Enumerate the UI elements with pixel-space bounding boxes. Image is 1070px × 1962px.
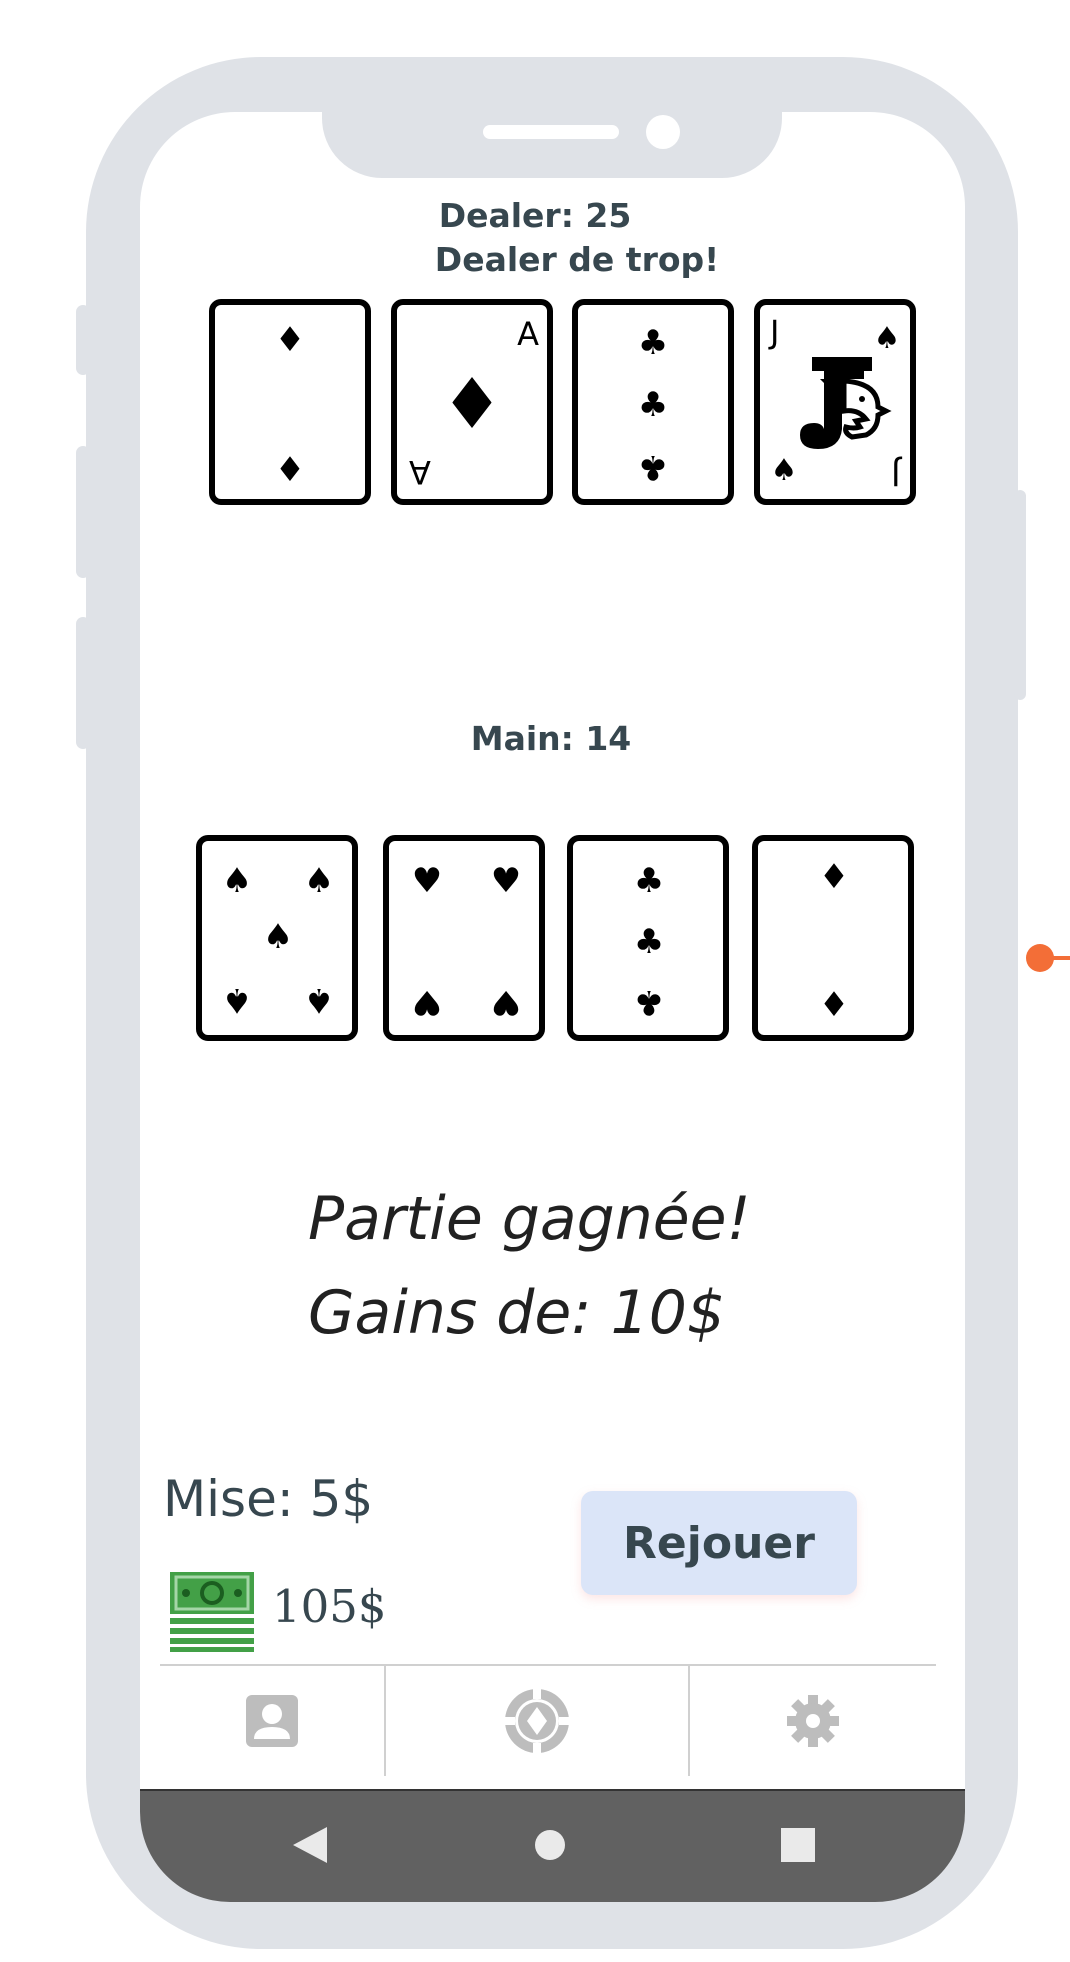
front-camera (646, 115, 680, 149)
club-icon: ♣ (637, 323, 669, 363)
player-hand-score: Main: 14 (470, 719, 632, 758)
poker-chip-icon (505, 1689, 569, 1753)
player-card-five-of-spades: ♠ ♠ ♠ ♠ ♠ (196, 835, 358, 1041)
player-card-two-of-diamonds: ♦ ♦ (752, 835, 914, 1041)
club-icon: ♣ (637, 385, 669, 425)
spade-icon: ♠ (303, 861, 335, 901)
spade-icon: ♠ (221, 861, 253, 901)
tab-profile[interactable] (160, 1666, 384, 1776)
rank-label: J (890, 455, 900, 493)
club-icon: ♣ (633, 861, 665, 901)
diamond-icon: ♦ (818, 857, 850, 897)
nav-recents-button[interactable] (768, 1817, 828, 1873)
result-message: Partie gagnée! (308, 1184, 751, 1254)
gear-icon (787, 1695, 839, 1747)
winnings-message: Gains de: 10$ (308, 1278, 726, 1348)
rank-label: J (770, 313, 780, 351)
phone-side-button (76, 305, 90, 375)
spade-icon: ♠ (221, 980, 253, 1020)
club-icon: ♣ (633, 922, 665, 962)
balance-amount: 105$ (272, 1580, 387, 1633)
profile-icon (246, 1695, 298, 1747)
dealer-card-three-of-clubs: ♣ ♣ ♣ (572, 299, 734, 505)
dealer-card-two-of-diamonds: ♦ ♦ (209, 299, 371, 505)
tab-settings[interactable] (690, 1666, 936, 1776)
dealer-status: Dealer de trop! (434, 240, 720, 279)
phone-notch (322, 112, 782, 178)
speaker-grille (483, 125, 619, 139)
rank-label: A (517, 315, 539, 353)
spade-icon: ♠ (770, 453, 798, 488)
diamond-icon: ♦ (440, 363, 504, 445)
replay-button[interactable]: Rejouer (581, 1491, 857, 1595)
dealer-card-jack-of-spades: J ♠ ♠ J (754, 299, 916, 505)
diamond-icon: ♦ (274, 450, 306, 490)
heart-icon: ♥ (490, 861, 522, 901)
nav-home-button[interactable] (520, 1817, 580, 1873)
spade-icon: ♠ (303, 980, 335, 1020)
player-card-four-of-hearts: ♥ ♥ ♥ ♥ (383, 835, 545, 1041)
phone-side-button (76, 446, 90, 578)
phone-power-button (1014, 490, 1026, 700)
diamond-icon: ♦ (818, 985, 850, 1025)
player-card-three-of-clubs: ♣ ♣ ♣ (567, 835, 729, 1041)
heart-icon: ♥ (411, 861, 443, 901)
diamond-icon: ♦ (274, 320, 306, 360)
back-triangle-icon (293, 1827, 327, 1863)
tab-game[interactable] (386, 1666, 688, 1776)
annotation-marker-line (1048, 956, 1070, 960)
heart-icon: ♥ (411, 982, 443, 1022)
heart-icon: ♥ (490, 982, 522, 1022)
club-icon: ♣ (633, 982, 665, 1022)
nav-back-button[interactable] (280, 1817, 340, 1873)
dealer-card-ace-of-diamonds: A ♦ A (391, 299, 553, 505)
home-circle-icon (535, 1830, 565, 1860)
dealer-score: Dealer: 25 (438, 196, 632, 235)
recents-square-icon (781, 1828, 815, 1862)
spade-icon: ♠ (262, 917, 294, 957)
jack-face-icon (800, 357, 892, 449)
club-icon: ♣ (637, 447, 669, 487)
money-icon (170, 1572, 254, 1652)
bet-amount: Mise: 5$ (163, 1470, 374, 1528)
rank-label: A (409, 453, 431, 491)
